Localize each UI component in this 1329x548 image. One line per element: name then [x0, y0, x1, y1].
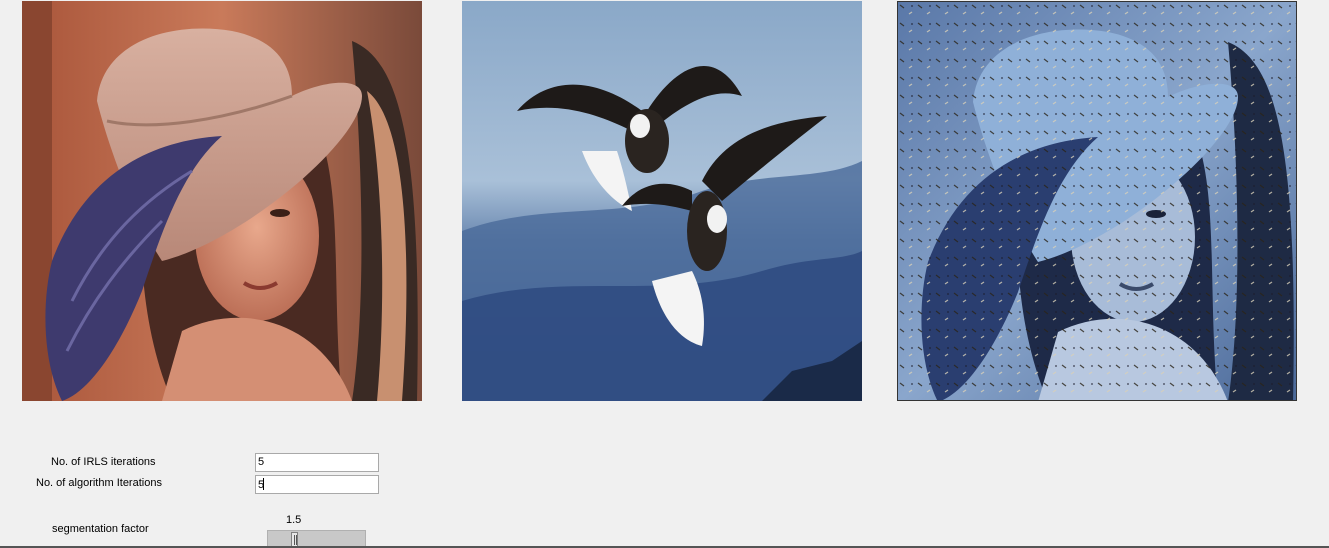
segmentation-factor-value: 1.5	[286, 514, 302, 526]
content-image-graphic	[22, 1, 422, 401]
content-image	[22, 1, 422, 401]
algorithm-iterations-label: No. of algorithm Iterations	[36, 477, 162, 489]
style-image	[462, 1, 862, 401]
main-window: No. of IRLS iterations 5 No. of algorith…	[0, 0, 1329, 548]
irls-iterations-label: No. of IRLS iterations	[51, 456, 156, 468]
style-image-graphic	[462, 1, 862, 401]
irls-iterations-input[interactable]: 5	[255, 453, 379, 472]
irls-iterations-value: 5	[258, 456, 265, 468]
result-image-graphic	[898, 2, 1296, 400]
segmentation-factor-label: segmentation factor	[52, 523, 149, 535]
result-image	[897, 1, 1297, 401]
algorithm-iterations-input[interactable]: 5	[255, 475, 379, 494]
text-caret	[263, 478, 265, 490]
